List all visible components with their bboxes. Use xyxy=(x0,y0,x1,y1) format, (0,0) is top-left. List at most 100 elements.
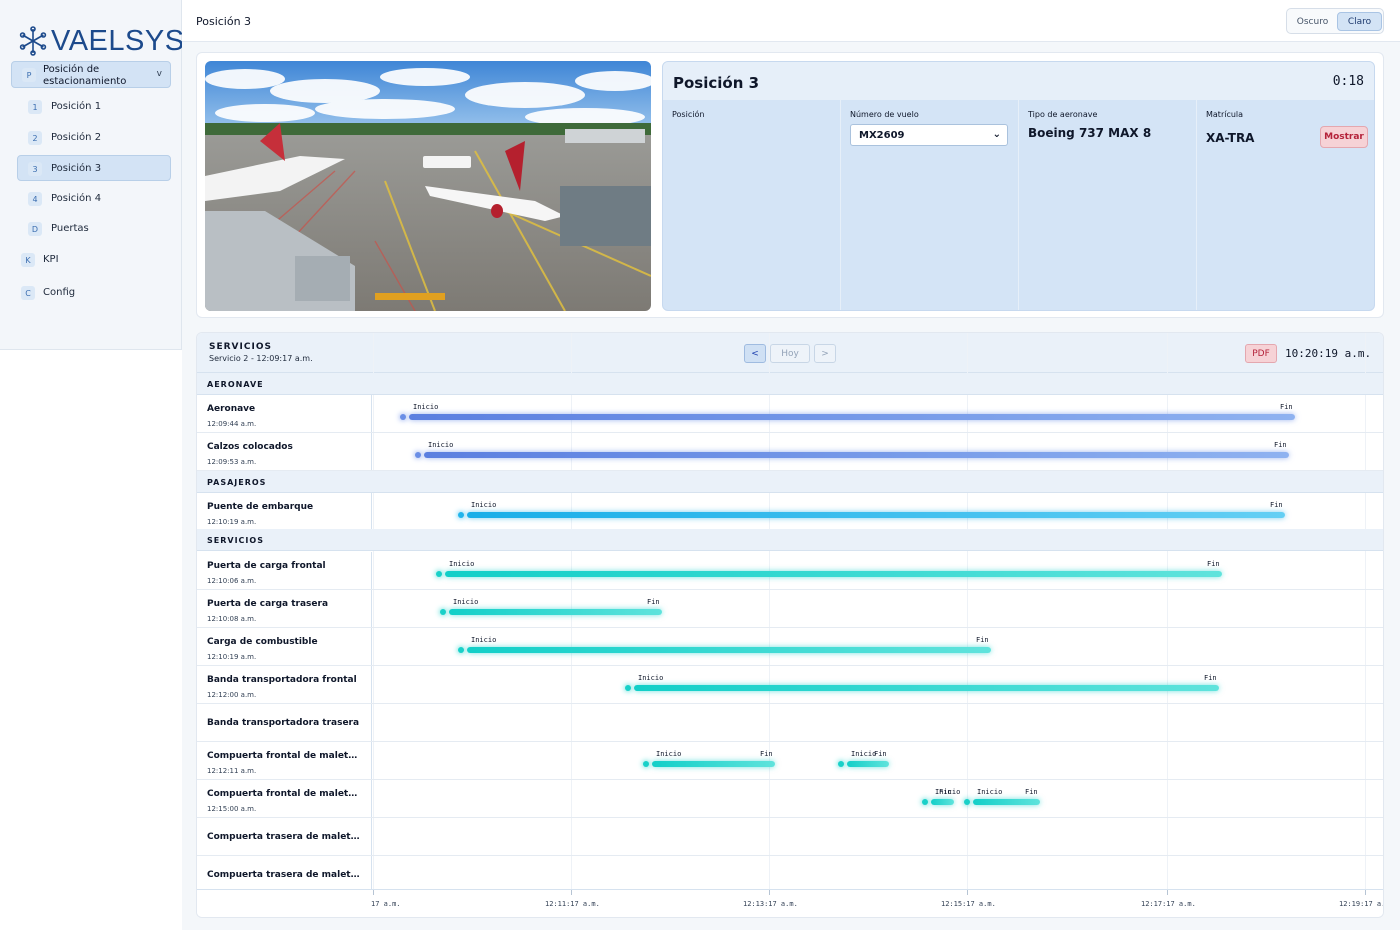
section-title: PASAJEROS xyxy=(207,478,267,487)
sidebar-item-position-4[interactable]: 4 Posición 4 xyxy=(18,186,170,212)
segment-bar[interactable] xyxy=(931,799,954,805)
sidebar-item-badge: 3 xyxy=(28,162,42,176)
row-name: Puerta de carga frontal xyxy=(207,561,326,571)
sidebar-item-config[interactable]: C Config xyxy=(11,280,171,306)
pdf-export-button[interactable]: PDF xyxy=(1245,344,1277,363)
row-time: 12:12:00 a.m. xyxy=(207,691,257,699)
column-divider xyxy=(371,493,372,530)
axis-tick xyxy=(967,890,968,895)
section-header: PASAJEROS xyxy=(197,471,1383,493)
segment-bar[interactable] xyxy=(424,452,1289,458)
column-divider xyxy=(371,780,372,817)
timeline-row: Carga de combustible 12:10:19 a.m. Inicio F… xyxy=(197,628,1383,666)
timeline-title: SERVICIOS xyxy=(209,342,272,352)
sidebar-item-kpi[interactable]: K KPI xyxy=(11,247,171,273)
timeline-row: Banda transportadora trasera xyxy=(197,704,1383,742)
section-title: AERONAVE xyxy=(207,380,264,389)
segment-bar[interactable] xyxy=(634,685,1219,691)
show-button[interactable]: Mostrar xyxy=(1320,126,1368,148)
axis-tick-label: 12:15:17 a.m. xyxy=(941,900,996,908)
section-title: SERVICIOS xyxy=(207,536,264,545)
segment-start-dot xyxy=(964,799,970,805)
apron-camera-image[interactable] xyxy=(205,61,651,311)
position-title: Posición 3 xyxy=(673,74,760,92)
column-divider xyxy=(371,552,372,589)
axis-tick xyxy=(1365,890,1366,895)
row-name: Banda transportadora trasera xyxy=(207,718,360,728)
axis-tick xyxy=(373,890,374,895)
flight-column: Número de vuelo MX2609 ⌄ xyxy=(841,100,1019,310)
segment-end-label: Fin xyxy=(760,750,773,758)
segment-start-dot xyxy=(458,512,464,518)
segment-start-label: Inicio xyxy=(977,788,1003,796)
flight-number-label: Número de vuelo xyxy=(850,110,919,119)
segment-bar[interactable] xyxy=(652,761,775,767)
sidebar: VAELSYS P Posición de estacionamiento v … xyxy=(0,0,185,350)
top-bar: Posición 3 Oscuro Claro xyxy=(182,0,1400,42)
segment-start-dot xyxy=(625,685,631,691)
segment-bar[interactable] xyxy=(449,609,662,615)
segment-start-dot xyxy=(922,799,928,805)
row-time: 12:15:00 a.m. xyxy=(207,805,257,813)
services-timeline: SERVICIOS Servicio 2 - 12:09:17 a.m. < H… xyxy=(196,332,1384,918)
segment-bar[interactable] xyxy=(467,647,991,653)
segment-end-label: Fin xyxy=(1274,441,1287,449)
segment-bar[interactable] xyxy=(409,414,1295,420)
timeline-row: Compuerta frontal de maletas su... 12:15:… xyxy=(197,780,1383,818)
position-info-panel: Posición 3 0:18 Posición Número de vuelo… xyxy=(662,61,1375,311)
segment-end-label: Fin xyxy=(1204,674,1217,682)
timeline-row: Puente de embarque 12:10:19 a.m. Inicio Fin xyxy=(197,493,1383,531)
nav-group-parking-positions[interactable]: P Posición de estacionamiento v xyxy=(11,61,171,88)
sidebar-item-doors[interactable]: D Puertas xyxy=(18,216,170,242)
sidebar-item-position-2[interactable]: 2 Posición 2 xyxy=(18,125,170,151)
segment-start-dot xyxy=(440,609,446,615)
segment-end-label: Fin xyxy=(874,750,887,758)
timeline-row: Compuerta trasera de maletas ba... xyxy=(197,818,1383,856)
timeline-header: SERVICIOS Servicio 2 - 12:09:17 a.m. < H… xyxy=(197,333,1383,373)
current-clock: 10:20:19 a.m. xyxy=(1285,347,1372,360)
segment-end-label: Fin xyxy=(1207,560,1220,568)
row-name: Banda transportadora frontal xyxy=(207,675,357,685)
axis-tick-label: 12:13:17 a.m. xyxy=(743,900,798,908)
sidebar-item-badge: 4 xyxy=(28,192,42,206)
segment-start-dot xyxy=(643,761,649,767)
column-divider xyxy=(371,704,372,741)
elapsed-timer: 0:18 xyxy=(1332,74,1364,89)
axis-tick-label: 17 a.m. xyxy=(371,900,401,908)
theme-dark-button[interactable]: Oscuro xyxy=(1290,12,1335,31)
sidebar-item-label: Posición 2 xyxy=(51,132,102,143)
row-time: 12:09:44 a.m. xyxy=(207,420,257,428)
segment-start-label: Inicio xyxy=(449,560,475,568)
sidebar-item-position-1[interactable]: 1 Posición 1 xyxy=(18,94,170,120)
brand-logo[interactable]: VAELSYS xyxy=(18,24,185,58)
sidebar-item-label: KPI xyxy=(43,254,59,265)
segment-start-label: Inicio xyxy=(656,750,682,758)
next-button[interactable]: > xyxy=(814,344,836,363)
theme-light-button[interactable]: Claro xyxy=(1337,12,1382,31)
prev-button[interactable]: < xyxy=(744,344,766,363)
column-divider xyxy=(371,590,372,627)
today-button[interactable]: Hoy xyxy=(770,344,810,363)
nav-group-badge: P xyxy=(22,68,36,82)
position-card: Posición 3 0:18 Posición Número de vuelo… xyxy=(196,52,1384,318)
flight-number-select[interactable]: MX2609 ⌄ xyxy=(850,124,1008,146)
segment-bar[interactable] xyxy=(445,571,1222,577)
timeline-row: Calzos colocados 12:09:53 a.m. Inicio Fin xyxy=(197,433,1383,471)
segment-start-label: Inicio xyxy=(453,598,479,606)
timeline-row: Aeronave 12:09:44 a.m. Inicio Fin xyxy=(197,395,1383,433)
row-name: Compuerta frontal de maletas su... xyxy=(207,789,363,799)
row-name: Compuerta trasera de maletas ba... xyxy=(207,832,363,842)
sidebar-item-badge: 2 xyxy=(28,131,42,145)
segment-start-dot xyxy=(400,414,406,420)
segment-start-dot xyxy=(436,571,442,577)
sidebar-item-position-3[interactable]: 3 Posición 3 xyxy=(17,155,171,181)
segment-bar[interactable] xyxy=(847,761,889,767)
segment-bar[interactable] xyxy=(973,799,1040,805)
chevron-down-icon: ⌄ xyxy=(992,129,1001,140)
segment-bar[interactable] xyxy=(467,512,1285,518)
column-divider xyxy=(371,818,372,855)
sidebar-item-badge: D xyxy=(28,222,42,236)
sidebar-item-label: Posición 3 xyxy=(51,163,102,174)
row-name: Compuerta frontal de maletas ba... xyxy=(207,751,363,761)
brand-name: VAELSYS xyxy=(51,24,185,57)
